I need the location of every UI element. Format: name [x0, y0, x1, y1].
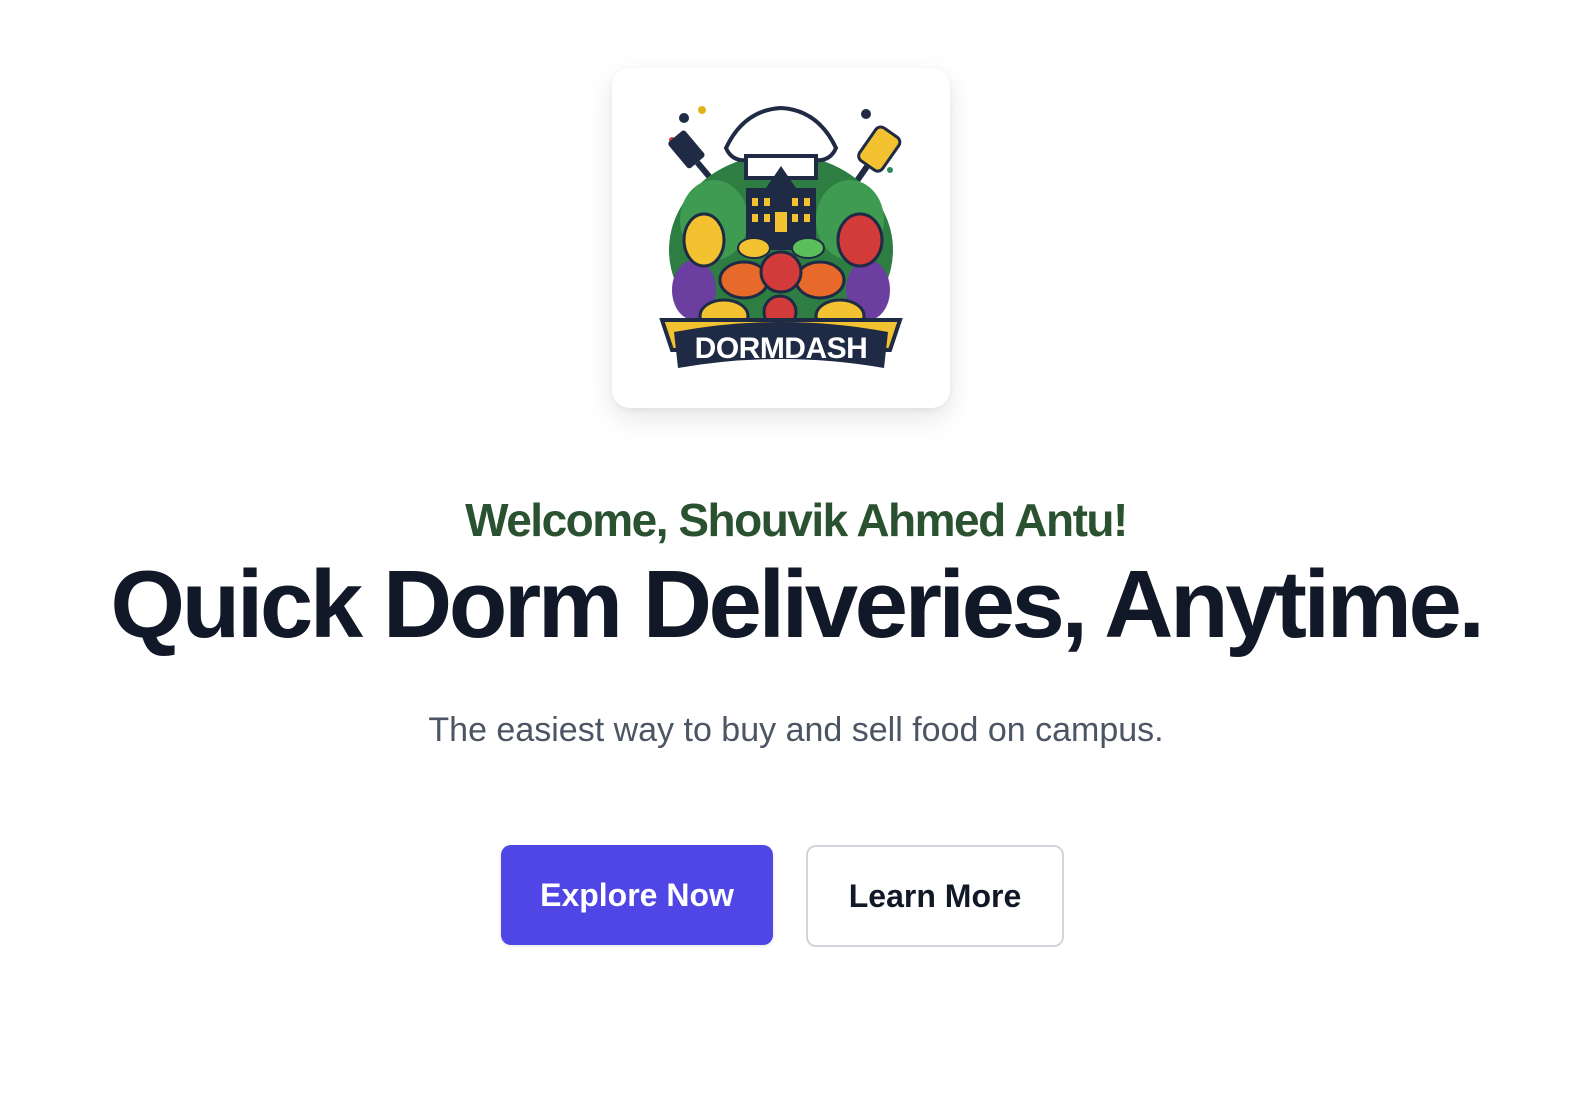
hero-headline: Quick Dorm Deliveries, Anytime.	[110, 551, 1485, 658]
landing-page: DORMDASH Welcome, Shouvik Ahmed Antu! Qu…	[0, 0, 1592, 1094]
logo-card: DORMDASH	[612, 68, 950, 408]
learn-more-button[interactable]: Learn More	[806, 845, 1064, 947]
logo-wordmark: DORMDASH	[695, 332, 868, 365]
hero-subtitle: The easiest way to buy and sell food on …	[428, 711, 1164, 749]
welcome-message: Welcome, Shouvik Ahmed Antu!	[465, 494, 1128, 546]
explore-now-button[interactable]: Explore Now	[501, 845, 773, 945]
dormdash-logo: DORMDASH	[659, 105, 903, 368]
learn-more-label: Learn More	[848, 877, 1022, 914]
explore-now-label: Explore Now	[540, 876, 734, 913]
